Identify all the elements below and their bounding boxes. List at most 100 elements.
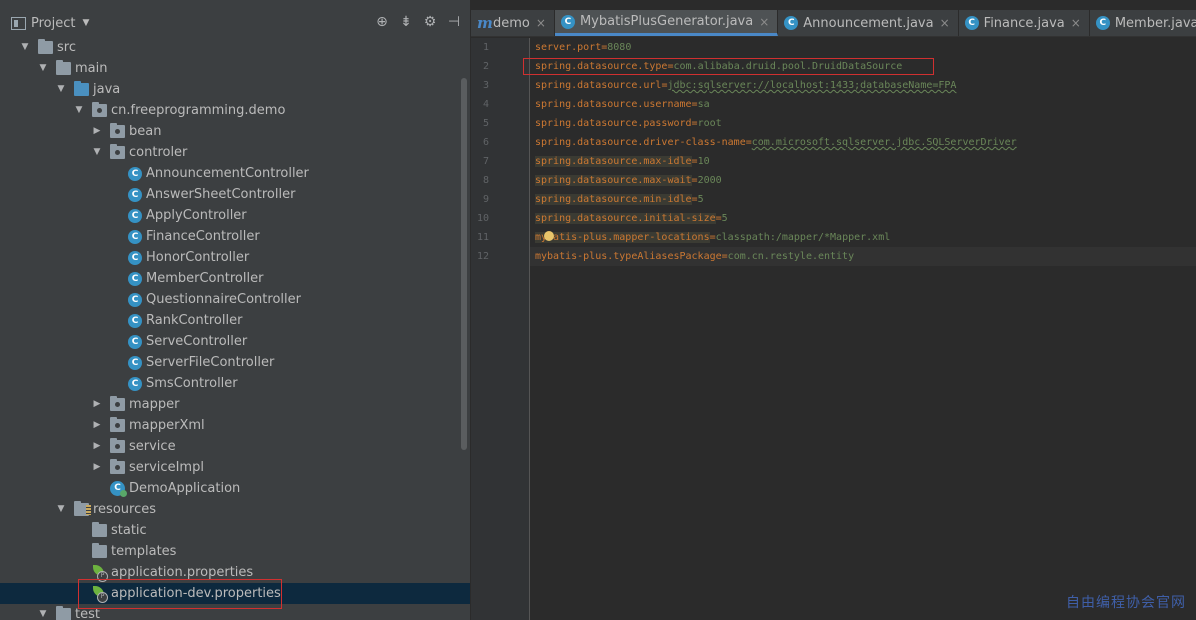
property-key: spring.datasource.url [535, 80, 662, 91]
gear-icon[interactable]: ⚙ [420, 14, 440, 30]
property-value: 10 [697, 156, 710, 167]
code-line[interactable]: spring.datasource.type=com.alibaba.druid… [530, 57, 1196, 76]
tree-item[interactable]: C DemoApplication [0, 478, 470, 499]
tree-item[interactable]: ▶ serviceImpl [0, 457, 470, 478]
tree-item-label: SmsController [146, 376, 238, 391]
project-view-selector[interactable]: Project ▼ [11, 16, 89, 31]
expand-down-icon[interactable]: ▼ [20, 37, 30, 58]
tree-item-label: test [75, 607, 100, 620]
package-icon [110, 459, 125, 474]
class-icon: C [128, 292, 142, 307]
editor-tab[interactable]: CMember.java× [1090, 10, 1196, 36]
code-line[interactable]: spring.datasource.initial-size=5 [530, 209, 1196, 228]
expand-down-icon[interactable]: ▼ [38, 604, 48, 620]
locate-icon[interactable]: ⊕ [372, 14, 392, 30]
package-icon [110, 144, 125, 159]
editor-tab[interactable]: C Announcement.java × [778, 10, 959, 36]
tree-item[interactable]: ▶ mapperXml [0, 415, 470, 436]
tree-item-label: QuestionnaireController [146, 292, 301, 307]
expand-right-icon[interactable]: ▶ [92, 436, 102, 457]
tree-item[interactable]: C ServeController [0, 331, 470, 352]
tree-item[interactable]: ▶ mapper [0, 394, 470, 415]
collapse-icon[interactable]: ⇟ [396, 14, 416, 30]
code-line[interactable]: spring.datasource.driver-class-name=com.… [530, 133, 1196, 152]
tree-item[interactable]: C ApplyController [0, 205, 470, 226]
tree-item[interactable]: ▼ cn.freeprogramming.demo [0, 100, 470, 121]
property-value: com.alibaba.druid.pool.DruidDataSource [673, 61, 903, 72]
close-icon[interactable]: × [940, 16, 950, 30]
expand-right-icon[interactable]: ▶ [92, 394, 102, 415]
property-value: 2000 [697, 175, 722, 186]
tree-item-label: RankController [146, 313, 243, 328]
code-line[interactable]: spring.datasource.password=root [530, 114, 1196, 133]
expand-right-icon[interactable]: ▶ [92, 121, 102, 142]
tree-item[interactable]: C FinanceController [0, 226, 470, 247]
code-line[interactable]: mybatis-plus.mapper-locations=classpath:… [530, 228, 1196, 247]
tree-item[interactable]: ▼ src [0, 37, 470, 58]
tree-item[interactable]: C QuestionnaireController [0, 289, 470, 310]
tree-item[interactable]: application.properties [0, 562, 470, 583]
tree-item-label: service [129, 439, 176, 454]
tree-item[interactable]: ▼ main [0, 58, 470, 79]
tree-item[interactable]: ▼ java [0, 79, 470, 100]
editor-tab[interactable]: m demo × [471, 10, 555, 36]
property-key: spring.datasource.initial-size [535, 213, 716, 224]
editor-tab-label: Finance.java [983, 15, 1065, 31]
editor-tab[interactable]: C Finance.java × [959, 10, 1090, 36]
project-icon [11, 16, 26, 30]
tree-item[interactable]: C RankController [0, 310, 470, 331]
class-icon: C [128, 229, 142, 244]
code-line[interactable]: spring.datasource.url=jdbc:sqlserver://l… [530, 76, 1196, 95]
close-icon[interactable]: × [759, 15, 769, 29]
close-icon[interactable]: × [1071, 16, 1081, 30]
tree-item-label: application-dev.properties [111, 586, 281, 601]
tree-item-label: FinanceController [146, 229, 260, 244]
tree-item[interactable]: ▶ bean [0, 121, 470, 142]
code-line[interactable]: spring.datasource.max-wait=2000 [530, 171, 1196, 190]
tree-item[interactable]: C AnswerSheetController [0, 184, 470, 205]
tree-item[interactable]: static [0, 520, 470, 541]
expand-right-icon[interactable]: ▶ [92, 457, 102, 478]
tree-item[interactable]: ▼ resources [0, 499, 470, 520]
tree-item[interactable]: ▶ service [0, 436, 470, 457]
tree-item[interactable]: C SmsController [0, 373, 470, 394]
tree-item-label: AnswerSheetController [146, 187, 296, 202]
close-icon[interactable]: × [536, 16, 546, 30]
lightbulb-icon[interactable] [544, 231, 554, 241]
expand-down-icon[interactable]: ▼ [56, 499, 66, 520]
code-line[interactable]: spring.datasource.min-idle=5 [530, 190, 1196, 209]
chevron-down-icon[interactable]: ▼ [82, 18, 89, 28]
expand-down-icon[interactable]: ▼ [92, 142, 102, 163]
expand-down-icon[interactable]: ▼ [38, 58, 48, 79]
editor-tab[interactable]: C MybatisPlusGenerator.java × [554, 10, 779, 36]
line-number: 1 [482, 42, 489, 53]
tree-item[interactable]: C ServerFileController [0, 352, 470, 373]
expand-down-icon[interactable]: ▼ [56, 79, 66, 100]
expand-down-icon[interactable]: ▼ [74, 100, 84, 121]
tree-item-label: serviceImpl [129, 460, 204, 475]
tree-item[interactable]: application-dev.properties [0, 583, 470, 604]
class-icon: C [964, 16, 979, 30]
code-line[interactable]: server.port=8080 [530, 38, 1196, 57]
tree-scrollbar[interactable] [461, 78, 467, 450]
editor-tab-label: Announcement.java [803, 15, 934, 31]
tree-item[interactable]: ▼ test [0, 604, 470, 620]
code-line[interactable]: mybatis-plus.typeAliasesPackage=com.cn.r… [530, 247, 1196, 266]
line-number: 3 [482, 80, 489, 91]
tree-item[interactable]: C AnnouncementController [0, 163, 470, 184]
hide-icon[interactable]: ⊣ [444, 14, 464, 30]
code-line[interactable]: spring.datasource.username=sa [530, 95, 1196, 114]
project-panel-header: Project ▼ ⊕ ⇟ ⚙ ⊣ [0, 10, 470, 36]
line-number: 10 [476, 213, 489, 224]
tree-item-label: HonorController [146, 250, 250, 265]
package-icon [110, 396, 125, 411]
project-title: Project [31, 15, 76, 31]
code-area[interactable]: server.port=8080 spring.datasource.type=c… [530, 38, 1196, 620]
tree-item[interactable]: C MemberController [0, 268, 470, 289]
tree-item[interactable]: C HonorController [0, 247, 470, 268]
expand-right-icon[interactable]: ▶ [92, 415, 102, 436]
code-line[interactable]: spring.datasource.max-idle=10 [530, 152, 1196, 171]
property-value: classpath:/mapper/*Mapper.xml [715, 232, 891, 243]
tree-item[interactable]: templates [0, 541, 470, 562]
tree-item[interactable]: ▼ controler [0, 142, 470, 163]
